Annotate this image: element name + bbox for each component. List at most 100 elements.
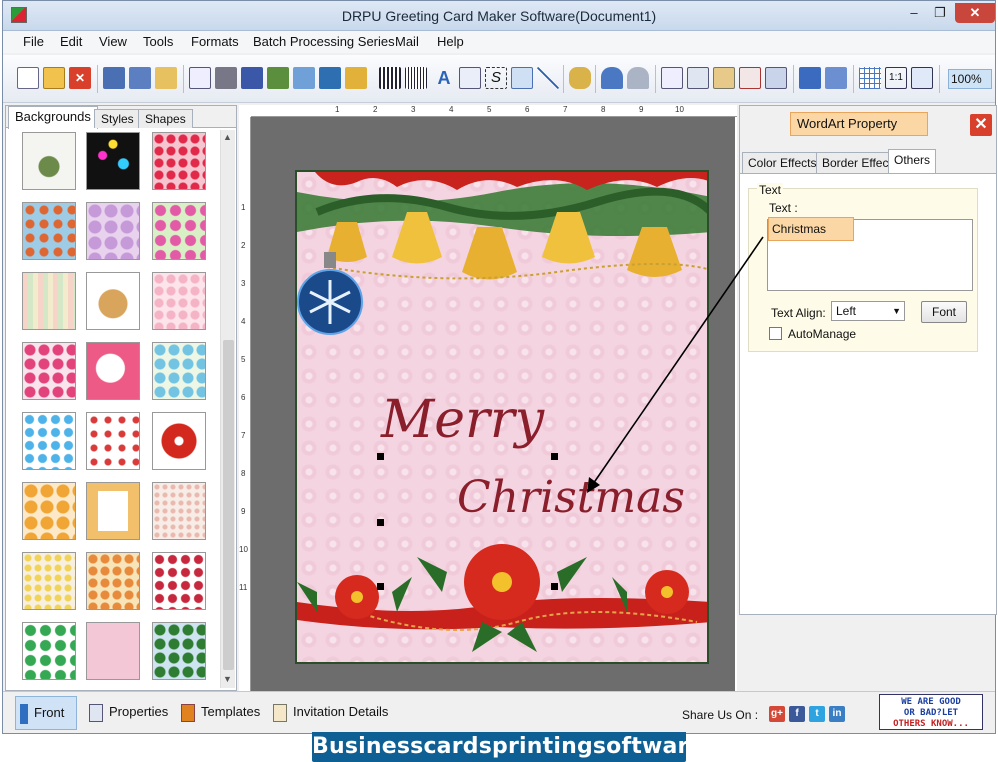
templates-button[interactable]: Templates	[181, 696, 267, 730]
paste-special-icon[interactable]	[765, 67, 787, 89]
background-thumbnail[interactable]	[86, 412, 140, 470]
background-thumbnail[interactable]	[152, 412, 206, 470]
menu-batch-processing-series[interactable]: Batch Processing Series	[253, 34, 395, 49]
selection-handle[interactable]	[377, 583, 384, 590]
properties-button[interactable]: Properties	[89, 696, 169, 730]
shape-icon[interactable]	[345, 67, 367, 89]
background-thumbnail[interactable]	[152, 202, 206, 260]
minimize-button[interactable]: ‒	[901, 3, 927, 23]
print-preview-icon[interactable]	[241, 67, 263, 89]
text-icon[interactable]: A	[433, 67, 455, 89]
paste-icon[interactable]	[713, 67, 735, 89]
image-icon[interactable]	[293, 67, 315, 89]
close-icon[interactable]: ✕	[970, 114, 992, 136]
background-thumbnail[interactable]	[152, 132, 206, 190]
background-thumbnail[interactable]	[22, 202, 76, 260]
menu-view[interactable]: View	[99, 34, 127, 49]
export-icon[interactable]	[155, 67, 177, 89]
new-icon[interactable]	[17, 67, 39, 89]
front-button[interactable]: Front	[15, 696, 77, 730]
fit-icon[interactable]	[911, 67, 933, 89]
share-icon[interactable]: in	[829, 706, 845, 722]
selection-handle[interactable]	[377, 453, 384, 460]
background-thumbnail[interactable]	[22, 412, 76, 470]
draw-icon[interactable]	[267, 67, 289, 89]
copy-icon[interactable]	[687, 67, 709, 89]
background-thumbnail[interactable]	[22, 132, 76, 190]
undo-icon[interactable]	[601, 67, 623, 89]
bring-front-icon[interactable]	[799, 67, 821, 89]
document-icon[interactable]	[459, 67, 481, 89]
menu-edit[interactable]: Edit	[60, 34, 82, 49]
background-thumbnail[interactable]	[22, 482, 76, 540]
background-thumbnail[interactable]	[86, 342, 140, 400]
barcode2-icon[interactable]	[405, 67, 427, 89]
background-thumbnail[interactable]	[86, 552, 140, 610]
background-thumbnail[interactable]	[22, 272, 76, 330]
scroll-up-icon[interactable]: ▲	[223, 132, 232, 142]
background-thumbnail[interactable]	[86, 622, 140, 680]
background-thumbnail[interactable]	[86, 132, 140, 190]
save-as-icon[interactable]	[129, 67, 151, 89]
pen-icon[interactable]	[319, 67, 341, 89]
close-doc-icon[interactable]: ✕	[69, 67, 91, 89]
feedback-badge[interactable]: WE ARE GOOD OR BAD?LET OTHERS KNOW...	[879, 694, 983, 730]
tab-backgrounds[interactable]: Backgrounds	[8, 106, 98, 129]
background-thumbnail[interactable]	[86, 272, 140, 330]
maximize-button[interactable]: ❐	[927, 3, 953, 23]
background-thumbnail[interactable]	[86, 202, 140, 260]
card-text-christmas[interactable]: Christmas	[457, 472, 685, 523]
automanage-checkbox[interactable]	[769, 327, 782, 340]
cut-icon[interactable]	[661, 67, 683, 89]
menu-help[interactable]: Help	[437, 34, 464, 49]
text-align-select[interactable]: Left ▼	[831, 301, 905, 321]
menu-formats[interactable]: Formats	[191, 34, 239, 49]
background-thumbnail[interactable]	[22, 552, 76, 610]
tab-styles[interactable]: Styles	[94, 109, 141, 128]
greeting-card[interactable]: Merry Christmas	[295, 170, 709, 664]
twitter-icon[interactable]: t	[809, 706, 825, 722]
backgrounds-scrollbar[interactable]: ▲ ▼	[220, 130, 235, 688]
close-window-button[interactable]: ✕	[955, 3, 995, 23]
background-thumbnail[interactable]	[22, 622, 76, 680]
selection-handle[interactable]	[551, 453, 558, 460]
card-text-merry[interactable]: Merry	[381, 390, 544, 450]
grid-icon[interactable]	[859, 67, 881, 89]
tab-border-effect[interactable]: Border Effect	[816, 152, 898, 173]
menu-mail[interactable]: Mail	[395, 34, 419, 49]
background-thumbnail[interactable]	[22, 342, 76, 400]
background-thumbnail[interactable]	[86, 482, 140, 540]
scroll-thumb[interactable]	[223, 340, 234, 670]
facebook-icon[interactable]: f	[789, 706, 805, 722]
selection-handle[interactable]	[377, 519, 384, 526]
font-button[interactable]: Font	[921, 301, 967, 323]
barcode-icon[interactable]	[379, 67, 401, 89]
print-icon[interactable]	[215, 67, 237, 89]
menu-tools[interactable]: Tools	[143, 34, 173, 49]
background-thumbnail[interactable]	[152, 482, 206, 540]
scroll-down-icon[interactable]: ▼	[223, 674, 232, 684]
actual-size-icon[interactable]: 1:1	[885, 67, 907, 89]
save-icon[interactable]	[103, 67, 125, 89]
selection-handle[interactable]	[551, 583, 558, 590]
properties-icon[interactable]	[189, 67, 211, 89]
delete-icon[interactable]	[739, 67, 761, 89]
text-input[interactable]: Christmas	[767, 217, 973, 291]
background-thumbnail[interactable]	[152, 552, 206, 610]
tab-shapes[interactable]: Shapes	[138, 109, 193, 128]
menu-file[interactable]: File	[23, 34, 44, 49]
google-plus-icon[interactable]: g+	[769, 706, 785, 722]
background-thumbnail[interactable]	[152, 272, 206, 330]
background-thumbnail[interactable]	[152, 342, 206, 400]
tab-color-effects[interactable]: Color Effects	[742, 152, 823, 173]
invitation-details-button[interactable]: Invitation Details	[273, 696, 393, 730]
email-icon[interactable]	[511, 67, 533, 89]
tab-others[interactable]: Others	[888, 149, 937, 174]
line-icon[interactable]	[537, 67, 559, 89]
signature-icon[interactable]: S	[485, 67, 507, 89]
background-thumbnail[interactable]	[152, 622, 206, 680]
send-back-icon[interactable]	[825, 67, 847, 89]
redo-icon[interactable]	[627, 67, 649, 89]
zoom-level[interactable]: 100%	[948, 69, 992, 89]
database-icon[interactable]	[569, 67, 591, 89]
